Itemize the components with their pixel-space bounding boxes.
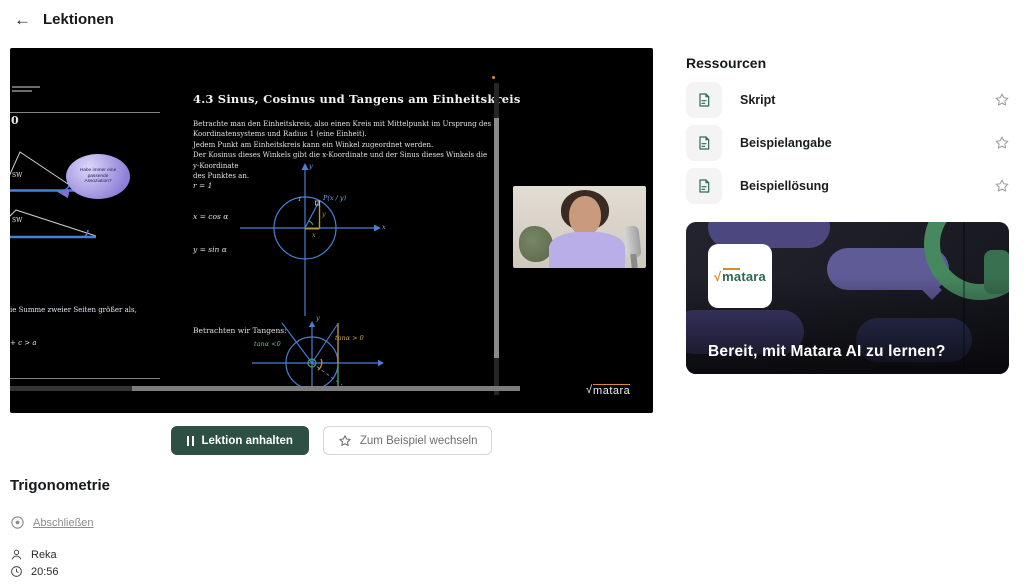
slide-formula-x: x = cos α [193, 212, 228, 221]
slide-divider [10, 378, 160, 379]
star-icon [994, 178, 1010, 194]
resource-label: Beispielangabe [740, 136, 976, 150]
lesson-title: Trigonometrie [10, 477, 110, 494]
matara-watermark: √ matara [586, 384, 630, 397]
pause-lesson-button[interactable]: Lektion anhalten [171, 426, 309, 455]
tan-positive-label: tanα > 0 [335, 334, 364, 342]
eye-icon [10, 515, 25, 530]
left-slide-text-fragment [12, 86, 40, 88]
resource-row-beispielloesung[interactable]: Beispiellösung [686, 168, 1010, 204]
switch-example-button[interactable]: Zum Beispiel wechseln [323, 426, 493, 455]
slide-title: 4.3 Sinus, Cosinus und Tangens am Einhei… [193, 92, 521, 106]
document-icon [696, 135, 712, 151]
document-icon [696, 178, 712, 194]
document-icon-box [686, 82, 722, 118]
axis-y-label: y [316, 314, 320, 322]
pointer-dot [492, 76, 495, 79]
document-icon [696, 92, 712, 108]
presenter-webcam [513, 186, 646, 268]
back-nav[interactable]: ← Lektionen [14, 11, 114, 28]
document-icon-box [686, 168, 722, 204]
y-segment-label: y [322, 210, 326, 218]
document-icon-box [686, 125, 722, 161]
presenter-face [569, 196, 601, 236]
logo-sqrt: √ [714, 269, 721, 284]
speech-bubble: Habe immer eine passende Assoziation? [66, 154, 130, 199]
left-slide-line: + c > a [10, 339, 37, 347]
triangle-diagram-2 [10, 206, 105, 242]
resource-row-beispielangabe[interactable]: Beispielangabe [686, 125, 1010, 161]
left-slide-text-fragment [12, 90, 32, 92]
plant-decor [519, 226, 553, 262]
matara-logo: √ matara [714, 269, 766, 284]
watermark-name: matara [593, 384, 630, 397]
unit-circle-diagram [228, 158, 388, 320]
matara-logo-card: √ matara [708, 244, 772, 308]
triangle-label: SW [12, 217, 22, 224]
unit-tick-label: 1 [298, 197, 302, 203]
slide-horizontal-scrollbar-thumb[interactable] [132, 386, 520, 391]
watermark-sqrt: √ [586, 384, 592, 396]
resource-label: Beispiellösung [740, 179, 976, 193]
complete-link[interactable]: Abschließen [33, 517, 94, 529]
duration-row: 20:56 [10, 565, 59, 578]
matara-ai-banner[interactable]: √ matara Bereit, mit Matara AI zu lernen… [686, 222, 1009, 374]
point-label: P(x / y) [323, 194, 346, 202]
favorite-star-button[interactable] [994, 178, 1010, 194]
resources-heading: Ressourcen [686, 55, 766, 71]
banner-headline: Bereit, mit Matara AI zu lernen? [708, 343, 946, 361]
star-icon [994, 92, 1010, 108]
slide-formula-y: y = sin α [193, 245, 227, 254]
left-slide-line: ie Summe zweier Seiten größer als, [10, 306, 137, 314]
pause-icon [187, 436, 194, 446]
pause-button-label: Lektion anhalten [202, 435, 293, 447]
triangle-label: SW [12, 172, 22, 179]
author-name: Reka [31, 549, 57, 561]
tan-negative-label: tanα <0 [254, 340, 281, 348]
video-controls: Lektion anhalten Zum Beispiel wechseln [10, 426, 653, 455]
favorite-star-button[interactable] [994, 135, 1010, 151]
axis-x-label: x [382, 223, 386, 231]
speech-bubble-text: Habe immer eine passende Assoziation? [74, 168, 122, 186]
page-title: Lektionen [43, 11, 114, 28]
star-icon [338, 434, 352, 448]
clock-icon [10, 565, 23, 578]
logo-overline [723, 268, 740, 270]
tangens-diagram [238, 321, 390, 386]
author-row: Reka [10, 548, 57, 561]
axis-y-label: y [309, 162, 313, 170]
slide-vertical-scrollbar-thumb[interactable] [494, 118, 499, 358]
x-segment-label: x [312, 231, 316, 239]
speech-bubble-tail [56, 187, 70, 198]
complete-row[interactable]: Abschließen [10, 515, 94, 530]
favorite-star-button[interactable] [994, 92, 1010, 108]
logo-name: matara [722, 269, 766, 284]
resource-label: Skript [740, 93, 976, 107]
resource-row-skript[interactable]: Skript [686, 82, 1010, 118]
switch-example-label: Zum Beispiel wechseln [360, 435, 478, 447]
person-icon [10, 548, 23, 561]
slide-divider [10, 112, 160, 113]
star-icon [994, 135, 1010, 151]
left-slide-corner-text: 0 [11, 114, 19, 127]
video-player[interactable]: 0 SW Habe immer eine passende Assoziatio… [10, 48, 653, 413]
duration-value: 20:56 [31, 566, 59, 578]
slide-formula-r: r = 1 [193, 181, 212, 190]
back-arrow-icon[interactable]: ← [14, 11, 31, 28]
presenter-shirt [549, 232, 625, 268]
